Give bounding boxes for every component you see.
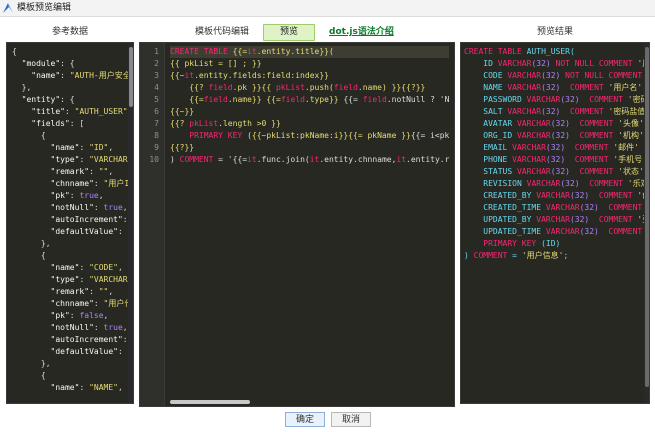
reference-data-scrollbar[interactable] bbox=[128, 43, 133, 403]
window-title: 模板预览编辑 bbox=[17, 3, 72, 13]
template-editor-header: 模板代码编辑 预览 dot.js语法介绍 bbox=[195, 23, 394, 41]
line-number: 10 bbox=[149, 155, 159, 164]
template-code-line[interactable]: {{~}} bbox=[170, 106, 449, 118]
preview-result-line: PRIMARY KEY (ID) bbox=[483, 239, 561, 248]
preview-button[interactable]: 预览 bbox=[263, 23, 316, 41]
reference-data-line: }, bbox=[12, 239, 51, 248]
preview-result-line: REVISION VARCHAR(32) COMMENT '乐观锁' bbox=[464, 179, 649, 188]
line-number: 8 bbox=[154, 131, 159, 140]
preview-result-line: UPDATED_BY VARCHAR(32) COMMENT '更新人' bbox=[464, 215, 649, 224]
reference-data-line: "pk": false, bbox=[50, 311, 109, 320]
reference-data-line: "pk": true, bbox=[50, 191, 104, 200]
preview-result-line: AVATAR VARCHAR(32) COMMENT '头像' bbox=[464, 119, 644, 128]
reference-data-line: "autoIncrement": bbox=[50, 215, 128, 224]
reference-data-line: "module": { bbox=[21, 59, 75, 68]
reference-data-line: "defaultValue": bbox=[50, 347, 123, 356]
preview-result-line: ) COMMENT = '用户信息'; bbox=[464, 251, 569, 260]
line-number: 4 bbox=[154, 83, 159, 92]
preview-result-line: CREATED_TIME VARCHAR(32) COMMENT '创建时间' bbox=[464, 203, 649, 212]
template-code-line[interactable]: PRIMARY KEY ({{~pkList:pkName:i}}{{= pkN… bbox=[170, 130, 449, 142]
template-code-line[interactable]: ) COMMENT = '{{=it.func.join(it.entity.c… bbox=[170, 154, 449, 166]
preview-result-line: CREATE TABLE AUTH_USER( bbox=[464, 47, 575, 56]
reference-data-line: "notNull": true, bbox=[50, 203, 128, 212]
template-code-line[interactable]: {{? field.pk }}{{ pkList.push(field.name… bbox=[170, 82, 449, 94]
preview-result-header: 预览结果 bbox=[536, 27, 573, 37]
reference-data-line: "name": "AUTH-用户安全" bbox=[31, 71, 134, 80]
reference-data-header: 参考数据 bbox=[51, 27, 88, 37]
reference-data-line: { bbox=[12, 371, 46, 380]
reference-data-line: }, bbox=[12, 83, 32, 92]
reference-data-line: "chnname": "用户代码", bbox=[50, 299, 133, 308]
reference-data-line: "name": "CODE", bbox=[50, 263, 123, 272]
template-code-line[interactable]: {{? pkList.length >0 }} bbox=[170, 118, 449, 130]
reference-data-line: "defaultValue": bbox=[50, 227, 123, 236]
reference-data-line: { bbox=[12, 131, 46, 140]
preview-result-line: PHONE VARCHAR(32) COMMENT '手机号' bbox=[464, 155, 647, 164]
preview-result-line: SALT VARCHAR(32) COMMENT '密码盐值' bbox=[464, 107, 650, 116]
reference-data-line: "type": "VARCHAR", bbox=[50, 275, 133, 284]
template-code-line[interactable]: {{~it.entity.fields:field:index}} bbox=[170, 70, 449, 82]
reference-data-line: "title": "AUTH_USER", bbox=[31, 107, 132, 116]
preview-result-line: NAME VARCHAR(32) COMMENT '用户名' bbox=[464, 83, 643, 92]
reference-data-line: "entity": { bbox=[21, 95, 75, 104]
preview-result-line: ID VARCHAR(32) NOT NULL COMMENT '用户ID' bbox=[464, 59, 649, 68]
reference-data-line: "name": "NAME", bbox=[50, 383, 123, 392]
reference-data-pane[interactable]: { "module": { "name": "AUTH-用户安全" }, "en… bbox=[6, 42, 134, 404]
preview-result-line: PASSWORD VARCHAR(32) COMMENT '密码' bbox=[464, 95, 649, 104]
line-number: 5 bbox=[154, 95, 159, 104]
reference-data-line: "autoIncrement": bbox=[50, 335, 128, 344]
template-code-line[interactable]: {{?}} bbox=[170, 142, 449, 154]
reference-data-line: "name": "ID", bbox=[50, 143, 114, 152]
preview-result-pane[interactable]: CREATE TABLE AUTH_USER( ID VARCHAR(32) N… bbox=[460, 42, 650, 404]
ok-button[interactable]: 确定 bbox=[285, 412, 325, 427]
preview-result-code: CREATE TABLE AUTH_USER( ID VARCHAR(32) N… bbox=[464, 46, 650, 262]
line-number-gutter: 1 2 3 4 5 6 7 8 9 10 bbox=[140, 43, 165, 406]
template-code-editor[interactable]: 1 2 3 4 5 6 7 8 9 10 CREATE TABLE {{=it.entity.ti… bbox=[139, 42, 455, 407]
reference-data-line: "notNull": true, bbox=[50, 323, 128, 332]
line-number: 1 bbox=[154, 47, 159, 56]
preview-result-line: ORG_ID VARCHAR(32) COMMENT '机构' bbox=[464, 131, 644, 140]
preview-result-scrollbar[interactable] bbox=[644, 43, 649, 403]
preview-result-line: CODE VARCHAR(32) NOT NULL COMMENT '用户代码' bbox=[464, 71, 649, 80]
reference-data-line: { bbox=[12, 251, 46, 260]
template-editor-label: 模板代码编辑 bbox=[195, 27, 250, 37]
window-titlebar: 模板预览编辑 bbox=[0, 0, 655, 17]
template-code[interactable]: CREATE TABLE {{=it.entity.title}}({{ pkL… bbox=[170, 46, 450, 166]
preview-result-scroll-thumb[interactable] bbox=[645, 47, 649, 387]
line-number: 9 bbox=[154, 143, 159, 152]
reference-data-line: "type": "VARCHAR", bbox=[50, 155, 133, 164]
line-number: 6 bbox=[154, 107, 159, 116]
reference-data-scroll-thumb[interactable] bbox=[129, 47, 133, 107]
template-code-line[interactable]: CREATE TABLE {{=it.entity.title}}( bbox=[170, 46, 450, 58]
template-code-line[interactable]: {{=field.name}} {{=field.type}} {{= fiel… bbox=[170, 94, 449, 106]
template-code-line[interactable]: {{ pkList = [] ; }} bbox=[170, 58, 449, 70]
preview-result-line: UPDATED_TIME VARCHAR(32) COMMENT '更新时间' bbox=[464, 227, 649, 236]
reference-data-line: }, bbox=[12, 359, 51, 368]
reference-data-line: "chnname": "用户ID", bbox=[50, 179, 133, 188]
reference-data-line: { bbox=[12, 47, 17, 56]
reference-data-line: "fields": [ bbox=[31, 119, 85, 128]
dotjs-syntax-link[interactable]: dot.js语法介绍 bbox=[329, 25, 394, 39]
reference-data-code: { "module": { "name": "AUTH-用户安全" }, "en… bbox=[12, 46, 134, 394]
template-editor-scroll-thumb[interactable] bbox=[170, 400, 250, 404]
app-logo-icon bbox=[3, 3, 13, 13]
reference-data-line: "remark": "", bbox=[50, 167, 114, 176]
preview-result-line: EMAIL VARCHAR(32) COMMENT '邮件' bbox=[464, 143, 639, 152]
line-number: 3 bbox=[154, 71, 159, 80]
reference-data-line: "remark": "", bbox=[50, 287, 114, 296]
cancel-button[interactable]: 取消 bbox=[331, 412, 371, 427]
line-number: 7 bbox=[154, 119, 159, 128]
preview-result-line: STATUS VARCHAR(32) COMMENT '状态' bbox=[464, 167, 644, 176]
line-number: 2 bbox=[154, 59, 159, 68]
preview-result-line: CREATED_BY VARCHAR(32) COMMENT '创建人' bbox=[464, 191, 649, 200]
